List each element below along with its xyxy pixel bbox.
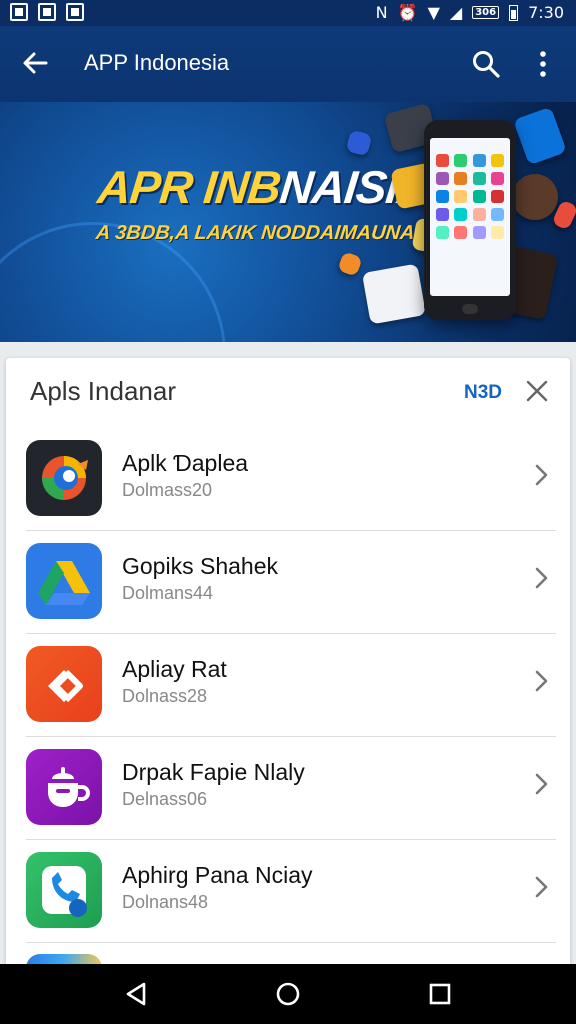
app-subtitle: Dolmans44 [122,583,214,603]
system-status: N ⏰ ▼ ◢ 306 7:30 [376,3,564,22]
app-grid-icon [490,226,504,239]
wifi-icon: ▼ [427,3,440,22]
drive-triangle-icon [26,543,102,619]
tablet-illustration [361,263,427,325]
app-grid-icon [454,190,468,203]
phone-chat-icon [26,852,102,928]
app-grid-icon [436,208,449,221]
app-subtitle: Dolnass28 [122,686,208,706]
notification-icon [10,3,28,21]
chevron-right-icon [535,670,548,692]
app-grid-icon [454,172,468,185]
sheet-action-button[interactable]: N3D [464,382,502,404]
app-subtitle: Delnass06 [122,789,208,809]
app-grid-icon [490,208,504,221]
app-grid-icon [436,190,449,203]
notification-icon [38,3,56,21]
browser-swirl-icon [26,440,102,516]
sheet-title: Apls Indanar [30,376,176,406]
banner-headline: APR INBNAISIA [95,160,433,214]
app-grid-icon [472,190,486,203]
status-bar: N ⏰ ▼ ◢ 306 7:30 [0,0,576,26]
app-list: Aplk Ɗaplea Dolmass20 Gopiks Shahek Dolm… [6,428,570,943]
app-grid-icon [490,190,504,203]
app-grid-icon [490,154,504,167]
nfc-icon: N [375,3,388,22]
app-grid-icon [454,154,468,167]
smartphone-illustration [424,120,516,320]
app-grid-icon [436,172,449,185]
list-item[interactable]: Gopiks Shahek Dolmans44 [6,531,570,634]
apps-sheet: Apls Indanar N3D Aplk Ɗaplea Dolmass20 G… [6,358,570,978]
list-item[interactable]: Apliay Rat Dolnass28 [6,634,570,737]
app-grid-icon [454,226,468,239]
notification-icons [10,3,84,21]
chevron-right-icon [535,876,548,898]
banner-subheadline: A 3BDB,A LAKIK NODDAIMAUNA [94,222,416,244]
app-name: Aphirg Pana Nciay [122,862,313,888]
chevron-right-icon [535,773,548,795]
nav-home-icon[interactable] [274,980,302,1008]
clock: 7:30 [528,3,564,22]
more-options-icon[interactable] [530,48,556,80]
coffee-cup-icon [26,749,102,825]
banner-headline-part: APR INB [95,161,283,213]
system-nav-bar [0,964,576,1024]
app-grid-icon [472,208,486,221]
phone-home-button [462,304,478,314]
list-item[interactable]: Drpak Fapie Nlaly Delnass06 [6,737,570,840]
app-bar: APP Indonesia [0,26,576,102]
phone-screen [430,138,510,296]
battery-icon [509,4,519,21]
app-subtitle: Dolnans48 [122,892,209,912]
app-grid-icon [454,208,468,221]
signal-icon: ◢ [449,3,463,22]
app-grid-icon [436,226,449,239]
promo-banner[interactable]: APR INBNAISIA A 3BDB,A LAKIK NODDAIMAUNA [0,102,576,342]
app-name: Apliay Rat [122,656,227,682]
app-name: Drpak Fapie Nlaly [122,759,305,785]
list-item[interactable]: Aphirg Pana Nciay Dolnans48 [6,840,570,943]
app-tile-illustration [337,251,363,277]
data-badge: 306 [472,6,500,19]
app-grid-icon [472,226,486,239]
alarm-icon: ⏰ [397,3,418,22]
app-tile-illustration [512,106,568,166]
app-subtitle: Dolmass20 [122,480,213,500]
divider [26,942,556,943]
app-grid-icon [472,154,486,167]
chevron-right-icon [535,567,548,589]
app-tile-illustration [345,129,373,157]
app-name: Aplk Ɗaplea [122,450,249,476]
app-grid-icon [436,154,449,167]
app-grid-icon [490,172,504,185]
back-arrow-icon[interactable] [20,48,50,78]
nav-recents-icon[interactable] [426,980,454,1008]
app-name: Gopiks Shahek [122,553,278,579]
nav-back-icon[interactable] [122,980,150,1008]
orange-arrow-icon [26,646,102,722]
sticker-illustration [512,174,558,220]
page-title: APP Indonesia [84,50,230,75]
search-icon[interactable] [470,48,502,80]
chevron-right-icon [535,464,548,486]
list-item[interactable]: Aplk Ɗaplea Dolmass20 [6,428,570,531]
image-notification-icon [66,3,84,21]
close-icon[interactable] [524,378,550,404]
app-grid-icon [472,172,486,185]
